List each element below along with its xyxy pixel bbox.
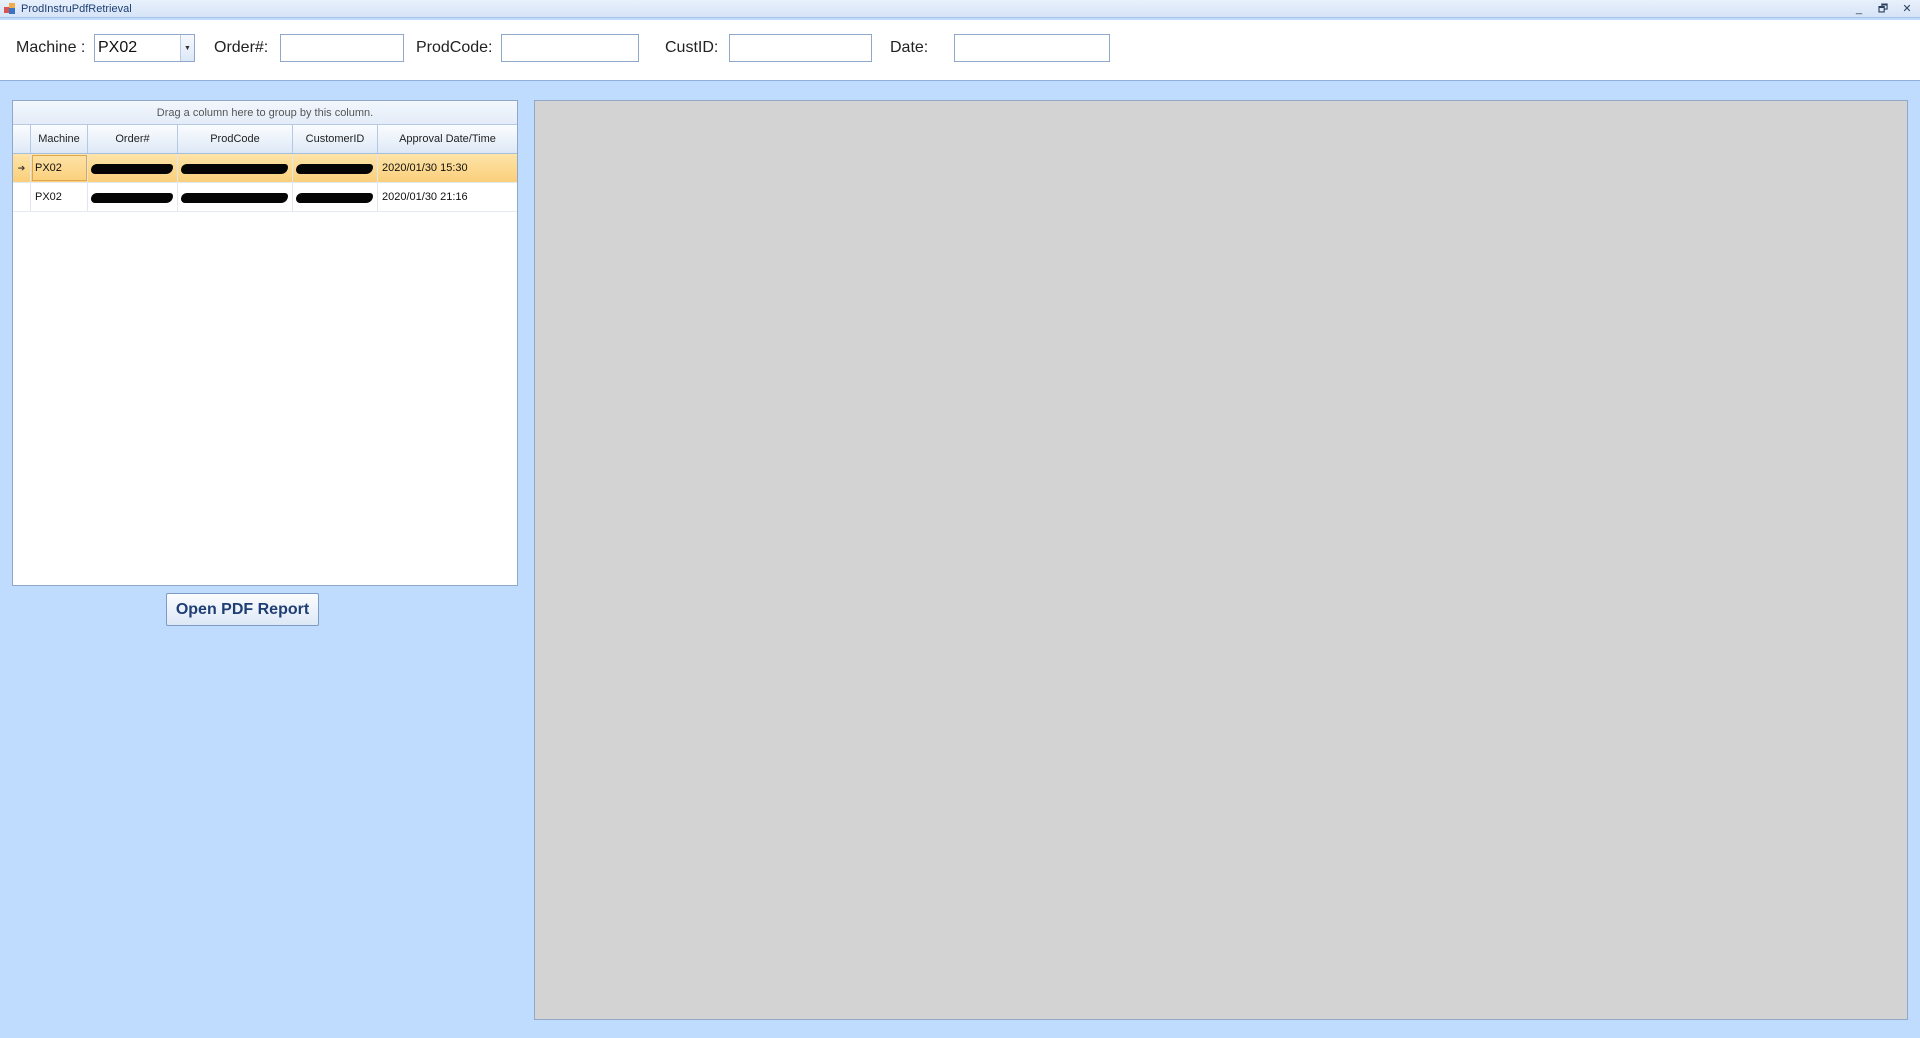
column-header-customerid[interactable]: CustomerID	[293, 125, 378, 153]
cell-order-redacted[interactable]	[88, 183, 178, 211]
row-indicator-icon: ➔	[13, 154, 31, 182]
machine-combobox[interactable]: PX02 ▼	[94, 34, 195, 62]
redaction-mark	[181, 164, 288, 174]
date-input[interactable]	[954, 34, 1110, 62]
open-pdf-report-button[interactable]: Open PDF Report	[166, 593, 319, 626]
title-bar: ProdInstruPdfRetrieval _ 🗗 ✕	[0, 0, 1920, 18]
column-header-machine[interactable]: Machine	[31, 125, 88, 153]
prodcode-input[interactable]	[501, 34, 639, 62]
machine-label: Machine :	[16, 39, 86, 56]
redaction-mark	[181, 193, 288, 203]
redaction-mark	[296, 193, 373, 203]
prodcode-label: ProdCode:	[416, 39, 493, 56]
date-label: Date:	[890, 39, 929, 56]
table-row[interactable]: PX02 2020/01/30 21:16	[13, 183, 517, 212]
custid-input[interactable]	[729, 34, 872, 62]
cell-approval-date[interactable]: 2020/01/30 15:30	[378, 154, 517, 182]
row-indicator-empty	[13, 183, 31, 211]
cell-prodcode-redacted[interactable]	[178, 154, 293, 182]
restore-icon[interactable]: 🗗	[1876, 2, 1890, 16]
order-input[interactable]	[280, 34, 404, 62]
app-icon	[4, 2, 16, 15]
redaction-mark	[296, 164, 373, 174]
grid-header: Machine Order# ProdCode CustomerID Appro…	[13, 125, 517, 154]
cell-customerid-redacted[interactable]	[293, 154, 378, 182]
cell-prodcode-redacted[interactable]	[178, 183, 293, 211]
cell-machine[interactable]: PX02	[31, 183, 88, 211]
window-controls: _ 🗗 ✕	[1852, 0, 1914, 18]
custid-label: CustID:	[665, 39, 719, 56]
header-indicator-cell	[13, 125, 31, 153]
machine-combobox-value: PX02	[98, 39, 138, 56]
cell-machine[interactable]: PX02	[31, 154, 88, 182]
chevron-down-icon[interactable]: ▼	[180, 35, 194, 61]
results-grid: Drag a column here to group by this colu…	[12, 100, 518, 586]
order-label: Order#:	[214, 39, 269, 56]
pdf-viewer-panel[interactable]	[534, 100, 1908, 1020]
column-header-order[interactable]: Order#	[88, 125, 178, 153]
column-header-approval-date[interactable]: Approval Date/Time	[378, 125, 517, 153]
group-by-panel[interactable]: Drag a column here to group by this colu…	[13, 101, 517, 125]
cell-approval-date[interactable]: 2020/01/30 21:16	[378, 183, 517, 211]
redaction-mark	[91, 164, 173, 174]
table-row[interactable]: ➔ PX02 2020/01/30 15:30	[13, 154, 517, 183]
cell-order-redacted[interactable]	[88, 154, 178, 182]
close-icon[interactable]: ✕	[1900, 2, 1914, 16]
column-header-prodcode[interactable]: ProdCode	[178, 125, 293, 153]
cell-customerid-redacted[interactable]	[293, 183, 378, 211]
filter-bar: Machine : PX02 ▼ Order#: ProdCode: CustI…	[0, 20, 1920, 81]
redaction-mark	[91, 193, 173, 203]
window-title: ProdInstruPdfRetrieval	[21, 2, 132, 15]
minimize-icon[interactable]: _	[1852, 2, 1866, 16]
